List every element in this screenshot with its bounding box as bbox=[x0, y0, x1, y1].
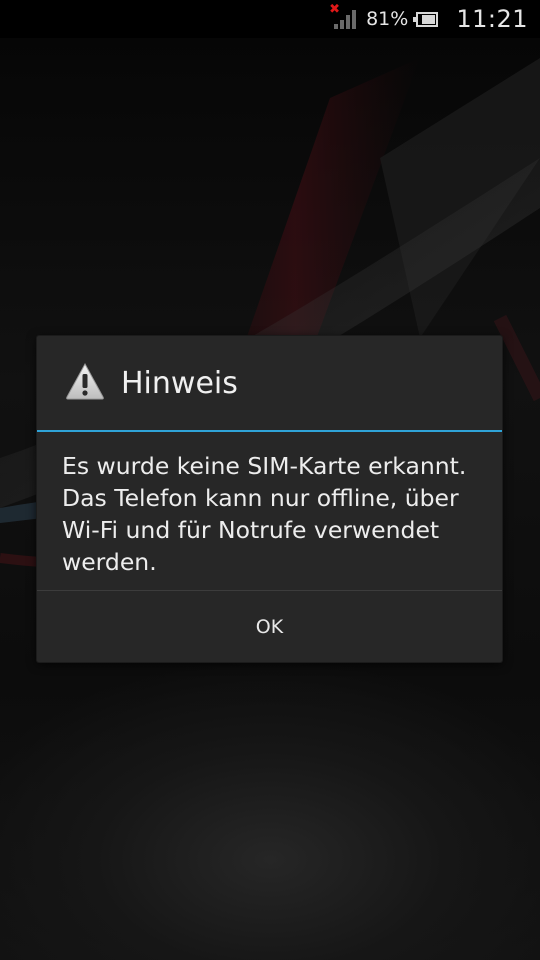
screen: ✖ 81% 11:21 Hinweis Es wurde keine SIM-K… bbox=[0, 0, 540, 960]
battery-percent: 81% bbox=[366, 8, 409, 30]
signal-no-sim-icon: ✖ bbox=[329, 3, 358, 31]
ok-button[interactable]: OK bbox=[37, 591, 502, 662]
title-divider bbox=[37, 430, 502, 432]
status-bar: ✖ 81% 11:21 bbox=[0, 0, 540, 38]
battery-icon bbox=[413, 11, 439, 27]
warning-icon bbox=[66, 362, 104, 400]
dialog-header: Hinweis bbox=[37, 336, 502, 431]
clock: 11:21 bbox=[456, 5, 528, 33]
dialog-title: Hinweis bbox=[121, 366, 238, 401]
no-sim-mark: ✖ bbox=[329, 2, 340, 17]
battery-level bbox=[422, 14, 436, 24]
dialog-message: Es wurde keine SIM-Karte erkannt. Das Te… bbox=[62, 452, 467, 576]
alert-dialog: Hinweis Es wurde keine SIM-Karte erkannt… bbox=[37, 336, 502, 662]
